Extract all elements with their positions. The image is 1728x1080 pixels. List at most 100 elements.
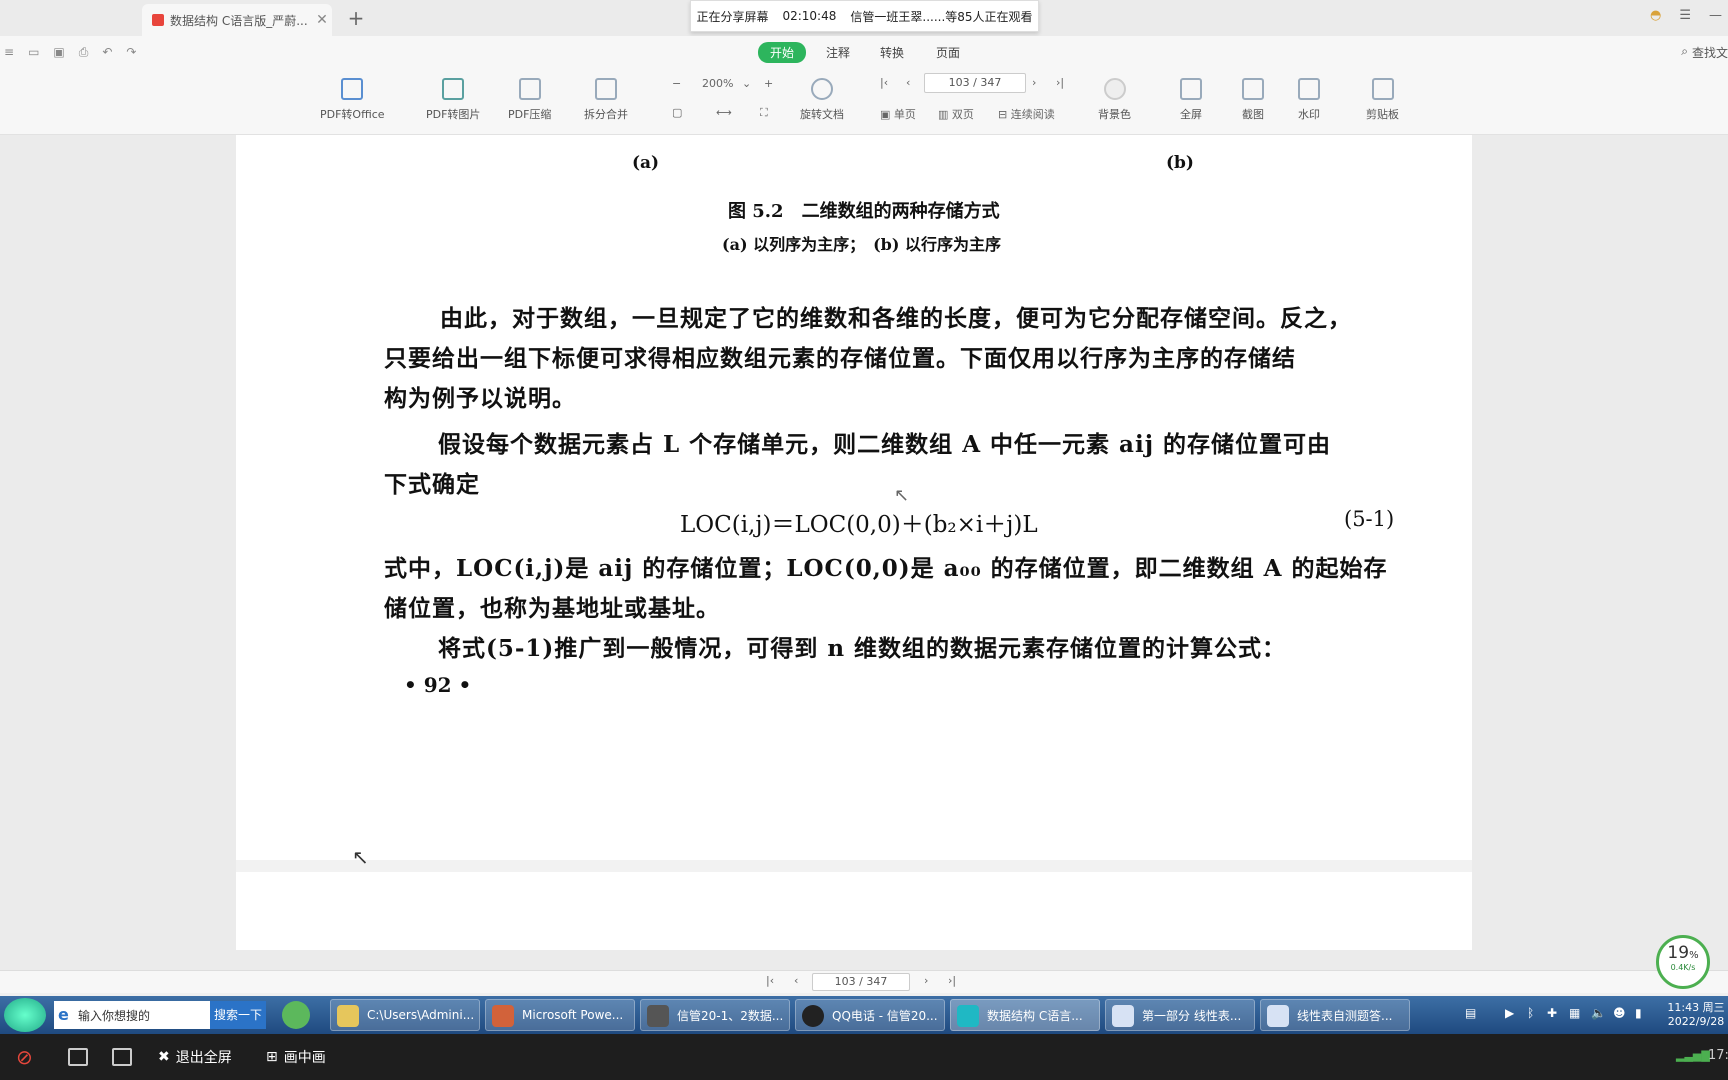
new-tab-button[interactable]: + xyxy=(344,6,368,30)
bottom-total-pages: / 347 xyxy=(859,975,888,988)
input-method-icon[interactable]: ▦ xyxy=(1569,1006,1580,1020)
undo-icon[interactable]: ↶ xyxy=(102,45,112,60)
fullscreen-button[interactable]: 全屏 xyxy=(1180,78,1202,122)
menu-convert[interactable]: 转换 xyxy=(880,44,904,61)
bottom-last-page-icon[interactable]: ›| xyxy=(948,974,956,987)
close-tab-icon[interactable]: ✕ xyxy=(312,12,332,28)
menu-icon[interactable]: ☰ xyxy=(1679,8,1691,23)
task-explorer[interactable]: C:\Users\Admini... xyxy=(330,999,480,1031)
clock-time: 11:43 周三 xyxy=(1667,1001,1725,1014)
browser-icon[interactable] xyxy=(282,1001,310,1029)
skin-icon[interactable]: ◓ xyxy=(1650,8,1661,23)
network-icon[interactable]: ▮ xyxy=(1635,1006,1642,1020)
fit-page-icon[interactable]: ⛶ xyxy=(760,106,768,120)
paragraph-2-line-2: 下式确定 xyxy=(384,471,480,498)
current-page: 103 xyxy=(948,76,970,89)
last-page-icon[interactable]: ›| xyxy=(1056,76,1064,89)
screenshot-button[interactable]: 截图 xyxy=(1242,78,1264,122)
actual-size-icon[interactable]: ▢ xyxy=(672,106,682,119)
camera-off-icon[interactable]: ⊘ xyxy=(16,1045,33,1069)
open-folder-icon[interactable]: ▭ xyxy=(28,45,39,60)
fit-width-icon[interactable]: ⟷ xyxy=(716,106,732,119)
security-icon[interactable]: ✚ xyxy=(1547,1006,1557,1020)
minimize-icon[interactable]: — xyxy=(1709,8,1722,23)
figure-label-b: (b) xyxy=(1166,153,1194,173)
find-text-label: 查找文 xyxy=(1691,46,1728,60)
task-class[interactable]: 信管20-1、2数据... xyxy=(640,999,790,1031)
paragraph-2-line-1: 假设每个数据元素占 L 个存储单元，则二维数组 A 中任一元素 aij 的存储位… xyxy=(438,431,1332,458)
bottom-current-page: 103 xyxy=(834,975,856,988)
task-qq-call[interactable]: QQ电话 - 信管20... xyxy=(795,999,945,1031)
task-word-2[interactable]: 线性表自测题答... xyxy=(1260,999,1410,1031)
paragraph-3-line-1: 式中，LOC(i,j)是 aij 的存储位置；LOC(0,0)是 a₀₀ 的存储… xyxy=(384,555,1388,582)
task-pdf-reader[interactable]: 数据结构 C语言... xyxy=(950,999,1100,1031)
mouse-cursor-icon: ↖ xyxy=(352,845,369,869)
page-separator xyxy=(236,860,1472,872)
pip-label: 画中画 xyxy=(283,1050,326,1066)
taskbar-search-button[interactable]: 搜索一下 xyxy=(210,1001,266,1029)
background-label: 背景色 xyxy=(1098,108,1131,121)
tab-title: 数据结构 C语言版_严蔚... xyxy=(170,13,308,28)
zoom-dropdown-icon[interactable]: ⌄ xyxy=(742,77,751,90)
figure-caption: 图 5.2 二维数组的两种存储方式 xyxy=(728,201,1000,222)
bottom-prev-page-icon[interactable]: ‹ xyxy=(794,974,798,987)
menu-annotate[interactable]: 注释 xyxy=(826,44,850,61)
page-input[interactable]: 103 / 347 xyxy=(924,73,1026,93)
task-pdf-label: 数据结构 C语言... xyxy=(987,1008,1083,1023)
pdf-compress-button[interactable]: PDF压缩 xyxy=(508,78,551,122)
task-powerpoint-label: Microsoft Powe... xyxy=(522,1008,624,1022)
next-page-icon[interactable]: › xyxy=(1032,76,1036,89)
menu-start[interactable]: 开始 xyxy=(758,42,807,63)
speed-rate: 0.4K/s xyxy=(1670,963,1696,972)
pdf-to-image-button[interactable]: PDF转图片 xyxy=(426,78,480,122)
start-button[interactable] xyxy=(4,998,46,1032)
file-menu-icon[interactable]: ≡ xyxy=(4,45,14,60)
split-merge-button[interactable]: 拆分合并 xyxy=(584,78,628,122)
save-icon[interactable]: ▣ xyxy=(53,45,64,60)
ie-icon: e xyxy=(58,1005,69,1024)
task-explorer-label: C:\Users\Admini... xyxy=(367,1008,475,1022)
rotate-document-button[interactable]: 旋转文档 xyxy=(800,78,844,122)
play-icon[interactable]: ▶ xyxy=(1505,1006,1514,1020)
bottom-next-page-icon[interactable]: › xyxy=(924,974,928,987)
bottom-page-input[interactable]: 103 / 347 xyxy=(812,973,910,991)
clipboard-button[interactable]: 剪贴板 xyxy=(1366,78,1399,122)
zoom-out-icon[interactable]: − xyxy=(672,77,681,90)
task-word-1[interactable]: 第一部分 线性表... xyxy=(1105,999,1255,1031)
single-page-button[interactable]: ▣ 单页 xyxy=(880,106,916,122)
print-icon[interactable]: ⎙ xyxy=(79,45,89,60)
background-color-button[interactable]: 背景色 xyxy=(1098,78,1131,122)
redo-icon[interactable]: ↷ xyxy=(126,45,136,60)
qq-penguin-icon xyxy=(802,1005,824,1027)
network-speed-widget[interactable]: 19% 0.4K/s xyxy=(1656,935,1710,989)
single-page-label: 单页 xyxy=(893,108,916,121)
task-powerpoint[interactable]: Microsoft Powe... xyxy=(485,999,635,1031)
first-page-icon[interactable]: |‹ xyxy=(880,76,888,89)
mouse-cursor-icon-2: ↖ xyxy=(894,485,910,506)
watermark-button[interactable]: 水印 xyxy=(1298,78,1320,122)
find-text[interactable]: ⌕ 查找文 xyxy=(1681,44,1728,61)
window-controls: ◓ ☰ — xyxy=(1650,8,1722,23)
pdf-to-office-button[interactable]: PDF转Office xyxy=(320,78,385,122)
bluetooth-icon[interactable]: ᛒ xyxy=(1527,1006,1534,1020)
share-screen-icon[interactable] xyxy=(68,1048,88,1066)
prev-page-icon[interactable]: ‹ xyxy=(906,76,910,89)
paragraph-1-line-2: 只要给出一组下标便可求得相应数组元素的存储位置。下面仅用以行序为主序的存储结 xyxy=(384,345,1296,372)
picture-in-picture-button[interactable]: ⊞ 画中画 xyxy=(266,1047,326,1067)
menu-page[interactable]: 页面 xyxy=(936,44,960,61)
whiteboard-icon[interactable] xyxy=(112,1048,132,1066)
screen-share-banner: 正在分享屏幕 02:10:48 信管一班王翠......等85人正在观看 xyxy=(690,0,1039,32)
zoom-in-icon[interactable]: + xyxy=(764,77,773,90)
clock[interactable]: 11:43 周三 2022/9/28 xyxy=(1665,999,1727,1028)
continuous-read-button[interactable]: ⊟ 连续阅读 xyxy=(998,106,1055,122)
pdf-to-office-label: PDF转Office xyxy=(320,108,385,121)
bottom-first-page-icon[interactable]: |‹ xyxy=(766,974,774,987)
zoom-level[interactable]: 200% xyxy=(702,77,733,90)
exit-fullscreen-button[interactable]: ✖ 退出全屏 xyxy=(158,1047,232,1067)
taskbar-search-input[interactable]: e 输入你想搜的 xyxy=(54,1001,210,1029)
document-tab[interactable]: 数据结构 C语言版_严蔚... ✕ xyxy=(142,4,332,36)
qq-tray-icon[interactable]: ☻ xyxy=(1613,1006,1626,1020)
double-page-button[interactable]: ▥ 双页 xyxy=(938,106,974,122)
keyboard-icon[interactable]: ▤ xyxy=(1465,1006,1476,1020)
volume-icon[interactable]: 🔈 xyxy=(1591,1006,1606,1020)
